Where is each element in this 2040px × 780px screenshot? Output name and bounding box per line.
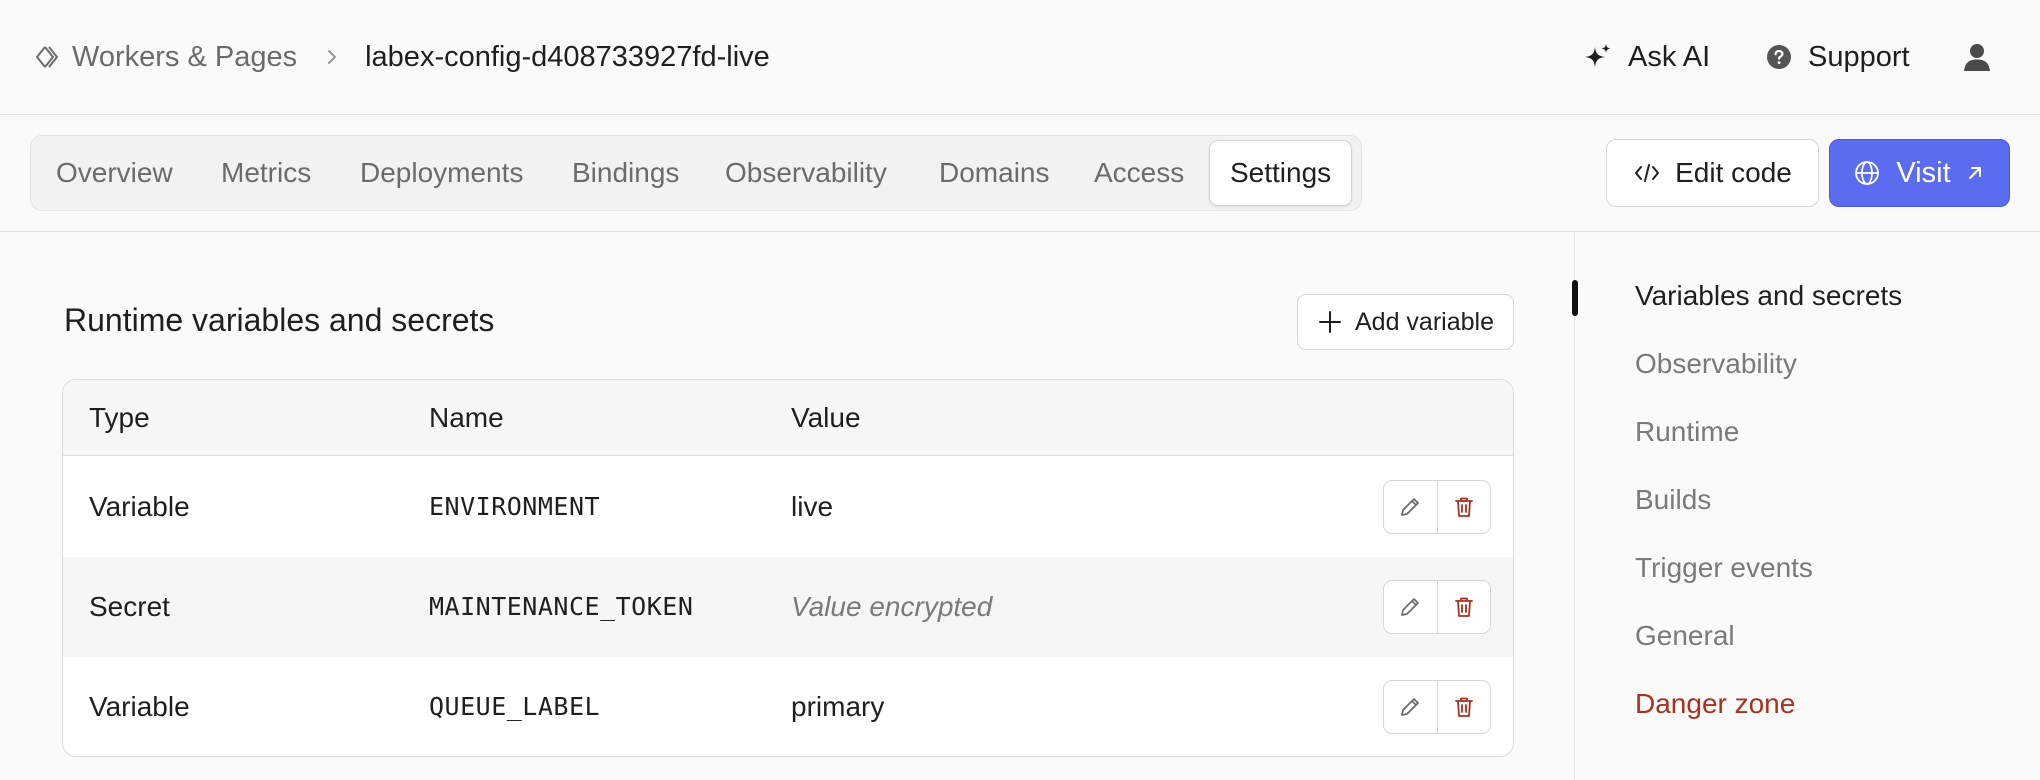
pencil-icon (1401, 598, 1420, 616)
code-icon (1635, 164, 1660, 182)
workers-icon[interactable] (34, 43, 62, 71)
user-icon (1964, 44, 1990, 71)
row-actions (1383, 580, 1491, 634)
tab-bar: Overview Metrics Deployments Bindings Ob… (0, 115, 2040, 232)
table-row: Variable ENVIRONMENT live (63, 457, 1513, 557)
column-header-value: Value (791, 402, 861, 433)
sparkle-icon (1585, 44, 1611, 67)
top-bar: Workers & Pages labex-config-d408733927f… (0, 0, 2040, 115)
pencil-icon (1401, 698, 1420, 716)
row-actions (1383, 480, 1491, 534)
trash-icon (1455, 597, 1473, 617)
edit-variable-button[interactable] (1384, 681, 1437, 733)
tab-access[interactable]: Access (1094, 136, 1184, 210)
settings-sidenav: Variables and secrets Observability Runt… (1572, 232, 2040, 780)
row-name: ENVIRONMENT (429, 492, 601, 521)
nav-builds[interactable]: Builds (1635, 484, 1711, 516)
tab-overview[interactable]: Overview (56, 136, 173, 210)
nav-observability[interactable]: Observability (1635, 348, 1797, 380)
help-circle-icon (1767, 45, 1791, 69)
add-variable-label: Add variable (1355, 307, 1494, 336)
column-header-type: Type (89, 402, 150, 433)
trash-icon (1455, 697, 1473, 717)
delete-variable-button[interactable] (1436, 581, 1490, 633)
breadcrumb: Workers & Pages labex-config-d408733927f… (34, 38, 770, 76)
table-header: Type Name Value (63, 380, 1513, 456)
row-value: Value encrypted (791, 591, 993, 622)
row-actions (1383, 680, 1491, 734)
visit-button[interactable]: Visit (1829, 139, 2010, 207)
delete-variable-button[interactable] (1436, 681, 1490, 733)
edit-variable-button[interactable] (1384, 481, 1437, 533)
pencil-icon (1401, 498, 1420, 516)
plus-icon (1319, 311, 1341, 333)
table-row: Secret MAINTENANCE_TOKEN Value encrypted (63, 557, 1513, 657)
row-value: live (791, 491, 834, 522)
support-button[interactable]: Support (1766, 38, 1910, 76)
variables-table: Type Name Value Variable ENVIRONMENT liv… (62, 379, 1514, 757)
ask-ai-button[interactable]: Ask AI (1582, 38, 1710, 76)
nav-danger-zone[interactable]: Danger zone (1635, 688, 1795, 720)
globe-icon (1855, 161, 1880, 185)
arrow-up-right-icon (1968, 167, 1981, 179)
breadcrumb-workers-pages[interactable]: Workers & Pages (72, 41, 297, 74)
nav-trigger-events[interactable]: Trigger events (1635, 552, 1813, 584)
row-type: Variable (89, 491, 190, 522)
support-label: Support (1808, 40, 1910, 73)
tab-settings[interactable]: Settings (1209, 140, 1353, 206)
tab-domains[interactable]: Domains (939, 136, 1049, 210)
row-type: Variable (89, 691, 190, 722)
edit-code-button[interactable]: Edit code (1606, 139, 1819, 207)
row-type: Secret (89, 591, 170, 622)
edit-variable-button[interactable] (1384, 581, 1437, 633)
tab-deployments[interactable]: Deployments (360, 136, 523, 210)
delete-variable-button[interactable] (1436, 481, 1490, 533)
tab-bindings[interactable]: Bindings (572, 136, 679, 210)
user-menu-button[interactable] (1960, 40, 1994, 74)
worker-tabs: Overview Metrics Deployments Bindings Ob… (30, 135, 1362, 211)
nav-runtime[interactable]: Runtime (1635, 416, 1739, 448)
ask-ai-label: Ask AI (1628, 40, 1711, 73)
section-title: Runtime variables and secrets (64, 302, 495, 338)
trash-icon (1455, 497, 1473, 517)
nav-general[interactable]: General (1635, 620, 1735, 652)
column-header-name: Name (429, 402, 504, 433)
tab-metrics[interactable]: Metrics (221, 136, 311, 210)
add-variable-button[interactable]: Add variable (1297, 294, 1514, 350)
visit-label: Visit (1896, 156, 1951, 189)
table-row: Variable QUEUE_LABEL primary (63, 657, 1513, 756)
active-nav-indicator (1572, 280, 1578, 316)
row-value: primary (791, 691, 885, 722)
row-name: MAINTENANCE_TOKEN (429, 592, 694, 621)
breadcrumb-current-worker: labex-config-d408733927fd-live (365, 40, 770, 73)
row-name: QUEUE_LABEL (429, 692, 601, 721)
chevron-right-icon (321, 46, 343, 68)
tab-observability[interactable]: Observability (725, 136, 887, 210)
edit-code-label: Edit code (1675, 157, 1792, 188)
nav-variables-and-secrets[interactable]: Variables and secrets (1635, 280, 1902, 312)
